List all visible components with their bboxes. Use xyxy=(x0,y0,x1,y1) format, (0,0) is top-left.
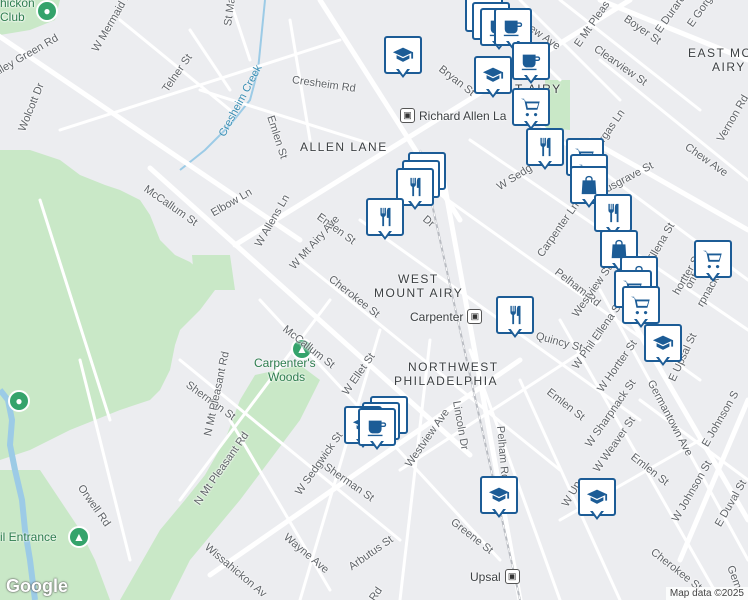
cafe-marker[interactable] xyxy=(512,42,550,86)
area-label-philadelphia: PHILADELPHIA xyxy=(394,374,499,388)
cart-icon xyxy=(702,248,724,270)
school-icon xyxy=(392,44,414,66)
golf-icon: ● xyxy=(36,0,58,22)
cafe-icon xyxy=(520,50,542,72)
station-carpenter[interactable]: Carpenter ▣ xyxy=(410,309,483,324)
school-marker[interactable] xyxy=(480,476,518,520)
cafe-icon xyxy=(366,416,388,438)
park-icon: ● xyxy=(8,390,30,412)
park-label-woods: Woods xyxy=(268,370,306,384)
school-icon xyxy=(482,64,504,86)
park-label-carpenters: Carpenter's xyxy=(254,356,316,370)
school-marker[interactable] xyxy=(474,56,512,100)
station-upsal[interactable]: Upsal ▣ xyxy=(470,569,520,584)
restaurant-icon xyxy=(504,304,526,326)
park-entrance-pin[interactable]: ▲ xyxy=(68,526,90,554)
area-label-mount-airy: MOUNT AIRY xyxy=(374,286,464,300)
area-label-west: WEST xyxy=(398,272,439,286)
restaurant-marker[interactable] xyxy=(366,198,404,242)
school-icon xyxy=(652,332,674,354)
station-richard-allen-lane[interactable]: ▣ Richard Allen La xyxy=(400,108,506,123)
google-logo: Google xyxy=(6,576,68,596)
station-name: Richard Allen La xyxy=(419,108,507,123)
shopping-bag-icon xyxy=(578,174,600,196)
school-marker[interactable] xyxy=(644,324,682,368)
cafe-marker[interactable] xyxy=(358,408,396,452)
park-label-entrance: il Entrance xyxy=(0,530,57,544)
train-icon: ▣ xyxy=(467,309,483,324)
restaurant-marker[interactable] xyxy=(496,296,534,340)
train-icon: ▣ xyxy=(504,569,520,584)
train-icon: ▣ xyxy=(400,108,415,123)
station-name: Carpenter xyxy=(410,309,464,324)
school-marker[interactable] xyxy=(578,478,616,522)
school-icon xyxy=(488,484,510,506)
grocery-marker[interactable] xyxy=(694,240,732,284)
restaurant-icon xyxy=(602,202,624,224)
club-name-line1: hickon xyxy=(0,0,35,10)
grocery-marker[interactable] xyxy=(512,88,550,132)
park-pin-west[interactable]: ● xyxy=(8,390,30,418)
area-label-northwest: NORTHWEST xyxy=(408,360,499,374)
restaurant-icon xyxy=(404,176,426,198)
restaurant-marker[interactable] xyxy=(526,128,564,172)
cafe-icon xyxy=(502,16,524,38)
area-label-east-mount: EAST MOUNT xyxy=(688,46,748,60)
map-canvas[interactable]: hickon Club ● ● ▲ ▲ alley Green Rd W Mer… xyxy=(0,0,748,600)
school-icon xyxy=(586,486,608,508)
cart-icon xyxy=(630,294,652,316)
station-name: Upsal xyxy=(470,569,501,584)
school-marker[interactable] xyxy=(384,36,422,80)
tree-icon: ▲ xyxy=(68,526,90,548)
restaurant-icon xyxy=(374,206,396,228)
map-attribution[interactable]: Map data ©2025 xyxy=(665,587,748,600)
club-pin[interactable]: ● xyxy=(36,0,58,28)
area-label-airy: AIRY xyxy=(712,60,746,74)
area-label-allen-lane: ALLEN LANE xyxy=(300,140,388,154)
cart-icon xyxy=(520,96,542,118)
restaurant-icon xyxy=(534,136,556,158)
club-name-line2: Club xyxy=(0,10,25,24)
